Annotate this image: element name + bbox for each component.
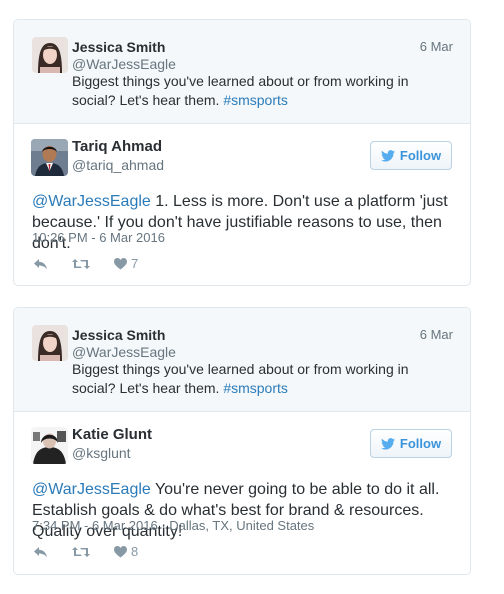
mention-link[interactable]: @WarJessEagle <box>32 193 151 210</box>
tweet-text: Biggest things you've learned about or f… <box>72 72 452 110</box>
parent-tweet[interactable]: Jessica Smith @WarJessEagle 6 Mar Bigges… <box>14 20 470 124</box>
follow-button[interactable]: Follow <box>370 429 452 458</box>
heart-icon <box>114 257 127 269</box>
avatar[interactable] <box>32 325 68 361</box>
tweet-date[interactable]: 6 Mar <box>420 327 453 342</box>
like-action[interactable]: 8 <box>114 544 138 559</box>
like-count: 8 <box>131 544 139 559</box>
retweet-icon <box>72 258 90 269</box>
author-handle[interactable]: @tariq_ahmad <box>72 157 164 173</box>
like-count: 7 <box>131 256 139 271</box>
follow-label: Follow <box>399 436 442 451</box>
author-name[interactable]: Jessica Smith <box>72 39 165 55</box>
retweet-icon <box>72 546 90 557</box>
reply-icon <box>34 258 47 269</box>
avatar[interactable] <box>31 139 68 176</box>
reply-icon <box>34 546 47 557</box>
reply-action[interactable] <box>33 546 48 558</box>
mention-link[interactable]: @WarJessEagle <box>32 481 151 498</box>
author-name[interactable]: Tariq Ahmad <box>72 138 162 155</box>
author-handle[interactable]: @WarJessEagle <box>72 56 176 72</box>
tweet-text: Biggest things you've learned about or f… <box>72 360 452 398</box>
embedded-tweet-card: Jessica Smith @WarJessEagle 6 Mar Bigges… <box>13 307 471 575</box>
author-name[interactable]: Katie Glunt <box>72 426 152 443</box>
embedded-tweet-card: Jessica Smith @WarJessEagle 6 Mar Bigges… <box>13 19 471 286</box>
reply-tweet: Tariq Ahmad @tariq_ahmad Follow @WarJess… <box>14 124 470 284</box>
retweet-action[interactable] <box>72 546 90 558</box>
hashtag-link[interactable]: #smsports <box>223 92 288 108</box>
heart-icon <box>114 545 127 557</box>
parent-tweet[interactable]: Jessica Smith @WarJessEagle 6 Mar Bigges… <box>14 308 470 412</box>
like-action[interactable]: 7 <box>114 256 138 271</box>
follow-label: Follow <box>399 148 442 163</box>
tweet-timestamp[interactable]: 7:34 PM - 6 Mar 2016 · Dallas, TX, Unite… <box>32 518 314 533</box>
reply-action[interactable] <box>33 258 48 270</box>
tweet-date[interactable]: 6 Mar <box>420 39 453 54</box>
avatar[interactable] <box>31 427 68 464</box>
tweet-actions: 7 <box>33 256 138 271</box>
author-handle[interactable]: @WarJessEagle <box>72 344 176 360</box>
reply-tweet: Katie Glunt @ksglunt Follow @WarJessEagl… <box>14 412 470 572</box>
author-name[interactable]: Jessica Smith <box>72 327 165 343</box>
twitter-bird-icon <box>380 149 395 162</box>
tweet-actions: 8 <box>33 544 138 559</box>
avatar[interactable] <box>32 37 68 73</box>
tweet-timestamp[interactable]: 10:26 PM - 6 Mar 2016 <box>32 230 165 245</box>
retweet-action[interactable] <box>72 258 90 270</box>
twitter-bird-icon <box>380 437 395 450</box>
hashtag-link[interactable]: #smsports <box>223 380 288 396</box>
follow-button[interactable]: Follow <box>370 141 452 170</box>
author-handle[interactable]: @ksglunt <box>72 445 131 461</box>
